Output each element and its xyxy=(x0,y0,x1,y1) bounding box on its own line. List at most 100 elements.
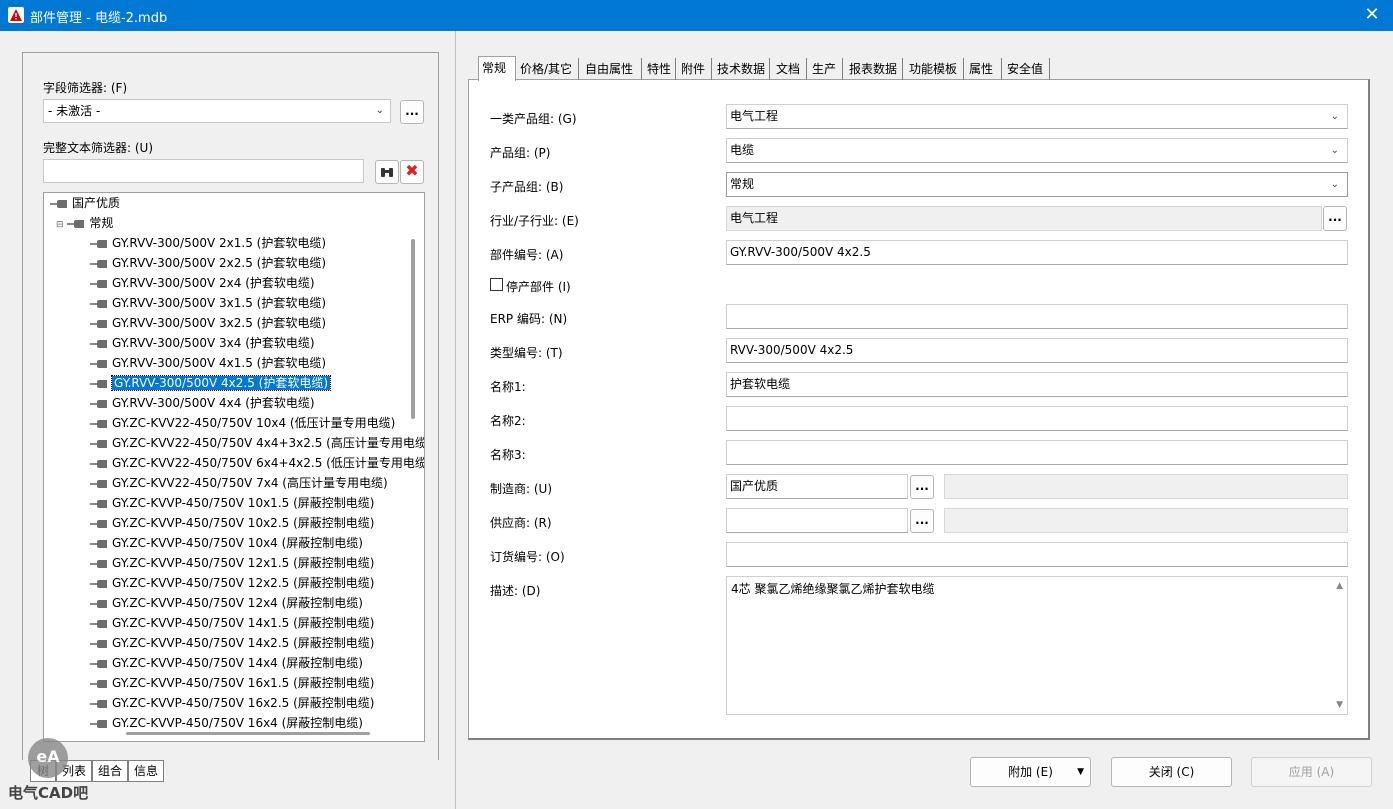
tree-item-label: GY.ZC-KVVP-450/750V 12x4 (屏蔽控制电缆) xyxy=(112,596,363,610)
clear-filter-icon[interactable]: ✖ xyxy=(400,160,424,184)
tab-technical-data[interactable]: 技术数据 xyxy=(714,58,770,80)
field-filter-browse-button[interactable]: ... xyxy=(400,100,424,124)
cable-icon xyxy=(90,339,108,348)
tree-horizontal-scrollbar[interactable] xyxy=(126,732,370,735)
tree-item[interactable]: GY.RVV-300/500V 2x2.5 (护套软电缆) xyxy=(90,253,326,273)
dropdown-arrow-icon[interactable]: ▼ xyxy=(1077,758,1084,786)
tab-report-data[interactable]: 报表数据 xyxy=(846,58,903,80)
description-textarea[interactable]: 4芯 聚氯乙烯绝缘聚氯乙烯护套软电缆 ▲ ▼ xyxy=(726,576,1348,715)
tree-item[interactable]: GY.ZC-KVVP-450/750V 10x2.5 (屏蔽控制电缆) xyxy=(90,513,374,533)
cable-icon xyxy=(67,219,85,228)
tree-item[interactable]: GY.RVV-300/500V 4x1.5 (护套软电缆) xyxy=(90,353,326,373)
tab-production[interactable]: 生产 xyxy=(809,58,843,80)
tree-item[interactable]: GY.ZC-KVVP-450/750V 12x1.5 (屏蔽控制电缆) xyxy=(90,553,374,573)
name2-input[interactable] xyxy=(726,406,1348,431)
supplier-browse-button[interactable]: ... xyxy=(910,509,934,533)
cable-icon xyxy=(90,299,108,308)
name2-label: 名称2: xyxy=(490,414,526,428)
tab-general[interactable]: 常规 xyxy=(478,56,516,81)
tree-item[interactable]: GY.ZC-KVV22-450/750V 10x4 (低压计量专用电缆) xyxy=(90,413,395,433)
manufacturer-browse-button[interactable]: ... xyxy=(910,475,934,499)
product-group-select[interactable]: 电缆 ⌄ xyxy=(726,138,1348,163)
title-bar: 部件管理 - 电缆-2.mdb ✕ xyxy=(0,0,1393,31)
tree-group[interactable]: ⊟ 常规 xyxy=(56,213,113,233)
manufacturer-name-field xyxy=(944,474,1348,499)
tree-item[interactable]: GY.ZC-KVVP-450/750V 16x2.5 (屏蔽控制电缆) xyxy=(90,693,374,713)
sub-product-group-select[interactable]: 常规 ⌄ xyxy=(726,172,1348,197)
attach-button[interactable]: 附加 (E) ▼ xyxy=(970,757,1091,787)
tree-item-label: GY.ZC-KVVP-450/750V 12x1.5 (屏蔽控制电缆) xyxy=(112,556,375,570)
description-value: 4芯 聚氯乙烯绝缘聚氯乙烯护套软电缆 xyxy=(731,582,935,596)
tree-item[interactable]: GY.RVV-300/500V 3x1.5 (护套软电缆) xyxy=(90,293,326,313)
scroll-down-icon[interactable]: ▼ xyxy=(1336,700,1343,710)
cable-icon xyxy=(90,619,108,628)
tree-item-label: GY.ZC-KVV22-450/750V 10x4 (低压计量专用电缆) xyxy=(112,416,396,430)
apply-button[interactable]: 应用 (A) xyxy=(1251,757,1372,787)
manufacturer-input[interactable]: 国产优质 xyxy=(726,474,908,499)
tab-documents[interactable]: 文档 xyxy=(773,58,807,80)
tree-item-label: GY.ZC-KVVP-450/750V 10x2.5 (屏蔽控制电缆) xyxy=(112,516,375,530)
fulltext-filter-label: 完整文本筛选器: (U) xyxy=(43,141,154,155)
tab-properties[interactable]: 属性 xyxy=(966,58,1002,80)
close-icon[interactable]: ✕ xyxy=(1355,3,1389,27)
field-filter-value: - 未激活 - xyxy=(48,104,101,118)
parts-tree[interactable]: 国产优质 ⊟ 常规 GY.RVV-300/500V 2x1.5 (护套软电缆) G… xyxy=(43,192,425,742)
name1-label: 名称1: xyxy=(490,380,526,394)
fulltext-filter-input[interactable] xyxy=(43,159,364,183)
description-label: 描述: (D) xyxy=(490,584,541,598)
tab-characteristics[interactable]: 特性 xyxy=(644,58,676,80)
order-number-input[interactable] xyxy=(726,542,1348,567)
binoculars-icon[interactable] xyxy=(375,160,399,184)
erp-input[interactable] xyxy=(726,304,1348,329)
scroll-up-icon[interactable]: ▲ xyxy=(1336,581,1343,591)
tree-item[interactable]: GY.RVV-300/500V 3x2.5 (护套软电缆) xyxy=(90,313,326,333)
tab-accessories[interactable]: 附件 xyxy=(678,58,712,80)
cable-icon xyxy=(90,439,108,448)
tree-item[interactable]: GY.RVV-300/500V 4x4 (护套软电缆) xyxy=(90,393,315,413)
field-filter-select[interactable]: - 未激活 - ⌄ xyxy=(43,99,391,123)
chevron-down-icon: ⌄ xyxy=(1330,179,1339,190)
tree-item[interactable]: GY.ZC-KVVP-450/750V 16x1.5 (屏蔽控制电缆) xyxy=(90,673,374,693)
tree-item[interactable]: GY.RVV-300/500V 4x2.5 (护套软电缆) xyxy=(90,373,332,393)
industry-browse-button[interactable]: ... xyxy=(1323,206,1347,231)
order-number-label: 订货编号: (O) xyxy=(490,550,565,564)
tree-item[interactable]: GY.ZC-KVVP-450/750V 14x1.5 (屏蔽控制电缆) xyxy=(90,613,374,633)
tree-item[interactable]: GY.RVV-300/500V 2x4 (护套软电缆) xyxy=(90,273,315,293)
tree-item[interactable]: GY.ZC-KVVP-450/750V 16x4 (屏蔽控制电缆) xyxy=(90,713,363,733)
supplier-name-field xyxy=(944,508,1348,533)
name1-input[interactable]: 护套软电缆 xyxy=(726,372,1348,397)
tree-item-label: GY.ZC-KVVP-450/750V 14x2.5 (屏蔽控制电缆) xyxy=(112,636,375,650)
tree-item[interactable]: GY.ZC-KVV22-450/750V 6x4+4x2.5 (低压计量专用电缆… xyxy=(90,453,425,473)
tree-item[interactable]: GY.ZC-KVV22-450/750V 4x4+3x2.5 (高压计量专用电缆… xyxy=(90,433,424,453)
tree-item[interactable]: GY.RVV-300/500V 3x4 (护套软电缆) xyxy=(90,333,315,353)
tree-root-label: 国产优质 xyxy=(72,196,121,210)
supplier-label: 供应商: (R) xyxy=(490,516,552,530)
tab-free-properties[interactable]: 自由属性 xyxy=(582,58,642,80)
tree-root[interactable]: 国产优质 xyxy=(50,193,120,213)
tree-item[interactable]: GY.ZC-KVV22-450/750V 7x4 (高压计量专用电缆) xyxy=(90,473,388,493)
tree-item[interactable]: GY.ZC-KVVP-450/750V 12x4 (屏蔽控制电缆) xyxy=(90,593,363,613)
name3-input[interactable] xyxy=(726,440,1348,465)
cable-icon xyxy=(90,239,108,248)
part-number-input[interactable]: GY.RVV-300/500V 4x2.5 xyxy=(726,240,1348,265)
tab-safety-values[interactable]: 安全值 xyxy=(1004,58,1050,80)
tree-item[interactable]: GY.ZC-KVVP-450/750V 14x2.5 (屏蔽控制电缆) xyxy=(90,633,374,653)
tree-item-label: GY.RVV-300/500V 4x2.5 (护套软电缆) xyxy=(110,375,332,391)
tree-item[interactable]: GY.ZC-KVVP-450/750V 12x2.5 (屏蔽控制电缆) xyxy=(90,573,374,593)
tree-item[interactable]: GY.ZC-KVVP-450/750V 14x4 (屏蔽控制电缆) xyxy=(90,653,363,673)
close-button[interactable]: 关闭 (C) xyxy=(1111,757,1232,787)
tab-function-templates[interactable]: 功能模板 xyxy=(906,58,964,80)
product-group1-select[interactable]: 电气工程 ⌄ xyxy=(726,104,1348,129)
tree-item-label: GY.ZC-KVV22-450/750V 6x4+4x2.5 (低压计量专用电缆… xyxy=(112,456,425,470)
tree-vertical-scrollbar[interactable] xyxy=(411,239,415,419)
tab-info[interactable]: 信息 xyxy=(128,760,164,782)
tab-combination[interactable]: 组合 xyxy=(92,760,128,782)
collapse-icon[interactable]: ⊟ xyxy=(56,220,64,230)
discontinued-checkbox[interactable] xyxy=(490,278,503,291)
tab-price-other[interactable]: 价格/其它 xyxy=(517,58,579,80)
tree-item[interactable]: GY.RVV-300/500V 2x1.5 (护套软电缆) xyxy=(90,233,326,253)
type-number-input[interactable]: RVV-300/500V 4x2.5 xyxy=(726,338,1348,363)
tree-item[interactable]: GY.ZC-KVVP-450/750V 10x4 (屏蔽控制电缆) xyxy=(90,533,363,553)
tree-item[interactable]: GY.ZC-KVVP-450/750V 10x1.5 (屏蔽控制电缆) xyxy=(90,493,374,513)
supplier-input[interactable] xyxy=(726,508,908,533)
